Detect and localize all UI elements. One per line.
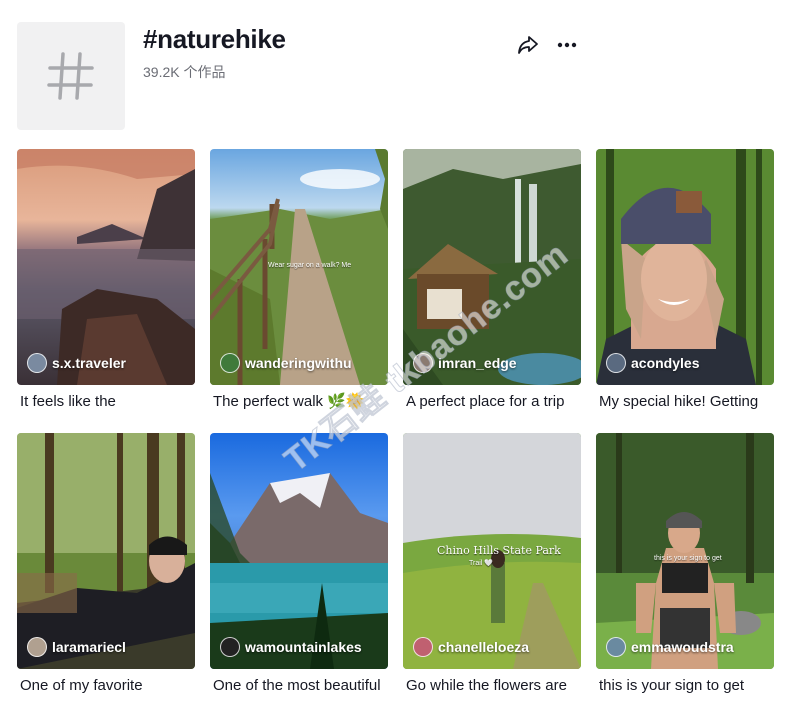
more-button[interactable] [556, 34, 578, 56]
video-overlay-subtext: Trail 🤍 [469, 560, 494, 567]
share-button[interactable] [517, 34, 539, 56]
thumbnail-image [17, 149, 195, 385]
author-avatar [220, 637, 240, 657]
video-grid: s.x.traveler It feels like the Wear suga… [17, 149, 774, 701]
video-thumbnail[interactable]: Chino Hills State Park Trail 🤍 chanellel… [403, 433, 581, 669]
thumbnail-image [596, 149, 774, 385]
author-name: wamountainlakes [245, 639, 362, 655]
author-avatar [413, 353, 433, 373]
author-name: chanelleloeza [438, 639, 530, 655]
author-name: emmawoudstra [631, 639, 734, 655]
video-card[interactable]: imran_edge A perfect place for a trip [403, 149, 581, 433]
video-card[interactable]: Wear sugar on a walk? Me wanderingwithu … [210, 149, 388, 433]
video-card[interactable]: acondyles My special hike! Getting [596, 149, 774, 433]
thumbnail-image [596, 433, 774, 669]
video-thumbnail[interactable]: s.x.traveler [17, 149, 195, 385]
thumbnail-image [403, 149, 581, 385]
video-card[interactable]: laramariecl One of my favorite [17, 433, 195, 701]
author-avatar [606, 353, 626, 373]
author-name: acondyles [631, 355, 700, 371]
video-card[interactable]: wamountainlakes One of the most beautifu… [210, 433, 388, 701]
video-caption[interactable]: It feels like the [17, 392, 195, 414]
hashtag-icon [47, 52, 94, 100]
video-card[interactable]: this is your sign to get emmawoudstra th… [596, 433, 774, 701]
video-caption[interactable]: The perfect walk 🌿🌞 [210, 392, 388, 414]
video-thumbnail[interactable]: wamountainlakes [210, 433, 388, 669]
video-caption[interactable]: My special hike! Getting [596, 392, 774, 414]
video-caption[interactable]: Go while the flowers are [403, 676, 581, 698]
video-author[interactable]: s.x.traveler [27, 353, 126, 373]
video-author[interactable]: imran_edge [413, 353, 517, 373]
video-author[interactable]: acondyles [606, 353, 699, 373]
hashtag-header: #naturehike 39.2K 个作品 [17, 22, 777, 132]
more-icon [557, 42, 577, 48]
video-thumbnail[interactable]: acondyles [596, 149, 774, 385]
video-caption[interactable]: A perfect place for a trip [403, 392, 581, 414]
video-caption[interactable]: this is your sign to get [596, 676, 774, 698]
author-name: wanderingwithu [245, 355, 352, 371]
thumbnail-image [210, 433, 388, 669]
share-icon [518, 36, 538, 54]
video-caption[interactable]: One of the most beautiful [210, 676, 388, 698]
video-thumbnail[interactable]: imran_edge [403, 149, 581, 385]
video-overlay-text: Wear sugar on a walk? Me [268, 262, 352, 269]
video-author[interactable]: laramariecl [27, 637, 126, 657]
video-overlay-text: Chino Hills State Park [437, 544, 561, 557]
video-author[interactable]: wamountainlakes [220, 637, 362, 657]
video-author[interactable]: emmawoudstra [606, 637, 734, 657]
hashtag-avatar [17, 22, 125, 130]
author-avatar [220, 353, 240, 373]
thumbnail-image [17, 433, 195, 669]
video-overlay-text: this is your sign to get [654, 555, 722, 562]
video-caption[interactable]: One of my favorite [17, 676, 195, 698]
video-thumbnail[interactable]: Wear sugar on a walk? Me wanderingwithu [210, 149, 388, 385]
video-card[interactable]: s.x.traveler It feels like the [17, 149, 195, 433]
author-avatar [27, 637, 47, 657]
author-avatar [27, 353, 47, 373]
page-title: #naturehike [143, 24, 286, 54]
author-name: s.x.traveler [52, 355, 126, 371]
video-count: 39.2K 个作品 [143, 64, 226, 80]
video-author[interactable]: wanderingwithu [220, 353, 352, 373]
video-card[interactable]: Chino Hills State Park Trail 🤍 chanellel… [403, 433, 581, 701]
video-author[interactable]: chanelleloeza [413, 637, 529, 657]
author-name: laramariecl [52, 639, 126, 655]
author-name: imran_edge [438, 355, 517, 371]
author-avatar [413, 637, 433, 657]
video-thumbnail[interactable]: laramariecl [17, 433, 195, 669]
author-avatar [606, 637, 626, 657]
video-thumbnail[interactable]: this is your sign to get emmawoudstra [596, 433, 774, 669]
